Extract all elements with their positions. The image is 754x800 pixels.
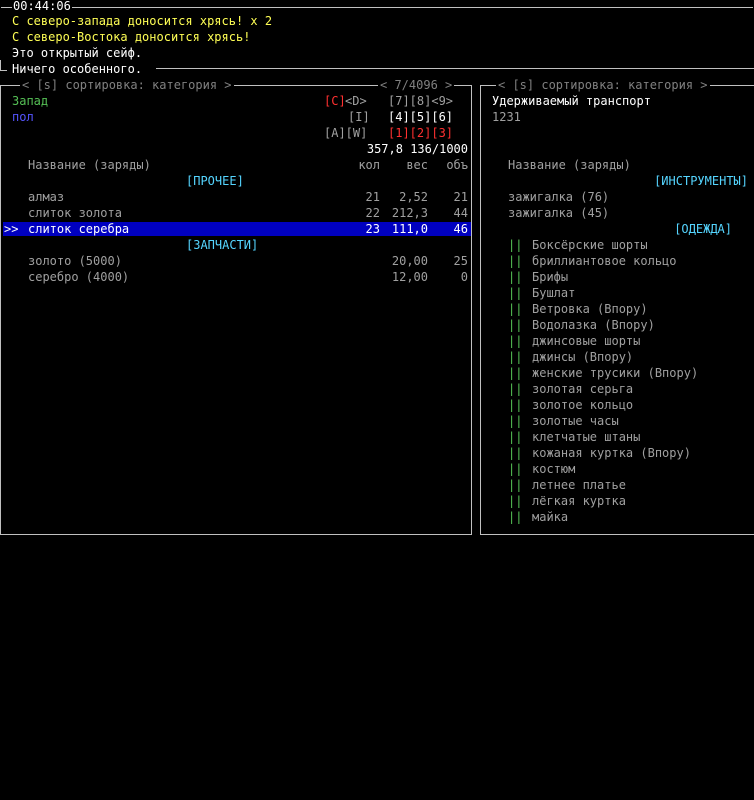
category-header: [ПРОЧЕЕ] — [186, 174, 244, 188]
item-volume: 0 — [460, 270, 468, 284]
clothing-item[interactable]: летнее платье — [532, 477, 626, 493]
clothing-item[interactable]: золотая серьга — [532, 381, 633, 397]
clothing-item[interactable]: Боксёрские шорты — [532, 237, 648, 253]
item-qty: 23 — [365, 222, 380, 236]
clothing-item[interactable]: женские трусики (Впору) — [532, 365, 698, 381]
worn-marker: || — [508, 334, 523, 348]
column-weight-header: вес — [406, 158, 428, 172]
vehicle-value: 1231 — [492, 110, 521, 124]
key-container[interactable]: [C] — [324, 93, 346, 109]
item-name[interactable]: серебро (4000) — [28, 269, 129, 285]
column-qty-header: кол — [358, 158, 380, 172]
item-name[interactable]: алмаз — [28, 189, 64, 205]
tool-item[interactable]: зажигалка (45) — [508, 205, 609, 221]
clothing-item[interactable]: кожаная куртка (Впору) — [532, 445, 691, 461]
cursor-indicator: >> — [4, 222, 19, 236]
log-corner — [0, 60, 7, 71]
clothing-item[interactable]: Брифы — [532, 269, 568, 285]
worn-marker: || — [508, 430, 523, 444]
worn-marker: || — [508, 478, 523, 492]
item-weight: 212,3 — [391, 206, 428, 220]
log-message: С северо-Востока доносится хрясь! — [12, 30, 251, 44]
item-qty — [330, 269, 380, 285]
right-column-name-header: Название (заряды) — [508, 158, 631, 172]
category-tools: [ИНСТРУМЕНТЫ] — [654, 174, 748, 188]
log-time: 00:44:06 — [12, 0, 72, 14]
item-qty: 22 — [365, 206, 380, 220]
clothing-item[interactable]: майка — [532, 509, 568, 525]
weight-volume-totals: 357,8 136/1000 — [366, 142, 468, 156]
key-row-456[interactable]: [4][5][6] — [388, 109, 453, 125]
log-message: С северо-запада доносится хрясь! x 2 — [12, 14, 273, 28]
clothing-item[interactable]: Ветровка (Впору) — [532, 301, 648, 317]
clothing-item[interactable]: золотое кольцо — [532, 397, 633, 413]
category-header: [ЗАПЧАСТИ] — [186, 238, 259, 252]
item-volume: 21 — [453, 190, 468, 204]
item-weight: 12,00 — [391, 270, 428, 284]
key-row-789[interactable]: [7][8]<9> — [388, 93, 453, 109]
item-name[interactable]: слиток серебра — [28, 221, 129, 237]
worn-marker: || — [508, 446, 523, 460]
worn-marker: || — [508, 254, 523, 268]
log-message: Это открытый сейф. — [12, 46, 143, 60]
worn-marker: || — [508, 350, 523, 364]
tool-item[interactable]: зажигалка (76) — [508, 189, 609, 205]
key-worn[interactable]: [A][W] — [324, 125, 367, 141]
key-row-123[interactable]: [1][2][3] — [388, 125, 453, 141]
clothing-item[interactable]: джинсовые шорты — [532, 333, 640, 349]
item-volume: 25 — [453, 254, 468, 268]
item-volume: 46 — [453, 222, 468, 236]
clothing-item[interactable]: лёгкая куртка — [532, 493, 626, 509]
column-name-header: Название (заряды) — [28, 158, 151, 172]
worn-marker: || — [508, 398, 523, 412]
right-sort-title[interactable]: < [s] сортировка: категория > — [496, 77, 710, 93]
clothing-item[interactable]: костюм — [532, 461, 575, 477]
worn-marker: || — [508, 414, 523, 428]
worn-marker: || — [508, 286, 523, 300]
item-weight: 2,52 — [399, 190, 428, 204]
worn-marker: || — [508, 494, 523, 508]
worn-marker: || — [508, 270, 523, 284]
worn-marker: || — [508, 382, 523, 396]
worn-marker: || — [508, 318, 523, 332]
left-page-indicator: < 7/4096 > — [378, 77, 455, 93]
clothing-item[interactable]: Водолазка (Впору) — [532, 317, 655, 333]
item-qty — [330, 253, 380, 269]
clothing-item[interactable]: бриллиантовое кольцо — [532, 253, 677, 269]
worn-marker: || — [508, 366, 523, 380]
key-drag[interactable]: <D> — [345, 93, 367, 109]
column-volume-header: объ — [446, 158, 468, 172]
clothing-item[interactable]: золотые часы — [532, 413, 619, 429]
item-weight: 20,00 — [391, 254, 428, 268]
item-weight: 111,0 — [391, 222, 428, 236]
item-qty: 21 — [365, 190, 380, 204]
item-name[interactable]: золото (5000) — [28, 253, 122, 269]
category-clothing: [ОДЕЖДА] — [674, 222, 732, 236]
worn-marker: || — [508, 510, 523, 524]
surface-label: пол — [12, 110, 34, 124]
worn-marker: || — [508, 462, 523, 476]
item-name[interactable]: слиток золота — [28, 205, 122, 221]
log-message: Ничего особенного. — [12, 62, 143, 76]
worn-marker: || — [508, 302, 523, 316]
vehicle-label: Удерживаемый транспорт — [492, 94, 651, 108]
key-inventory[interactable]: [I] — [348, 109, 370, 125]
item-volume: 44 — [453, 206, 468, 220]
clothing-item[interactable]: клетчатые штаны — [532, 429, 640, 445]
log-bottom-border — [156, 68, 754, 69]
clothing-item[interactable]: Бушлат — [532, 285, 575, 301]
clothing-item[interactable]: джинсы (Впору) — [532, 349, 633, 365]
left-sort-title[interactable]: < [s] сортировка: категория > — [20, 77, 234, 93]
worn-marker: || — [508, 238, 523, 252]
direction-label: Запад — [12, 94, 49, 108]
